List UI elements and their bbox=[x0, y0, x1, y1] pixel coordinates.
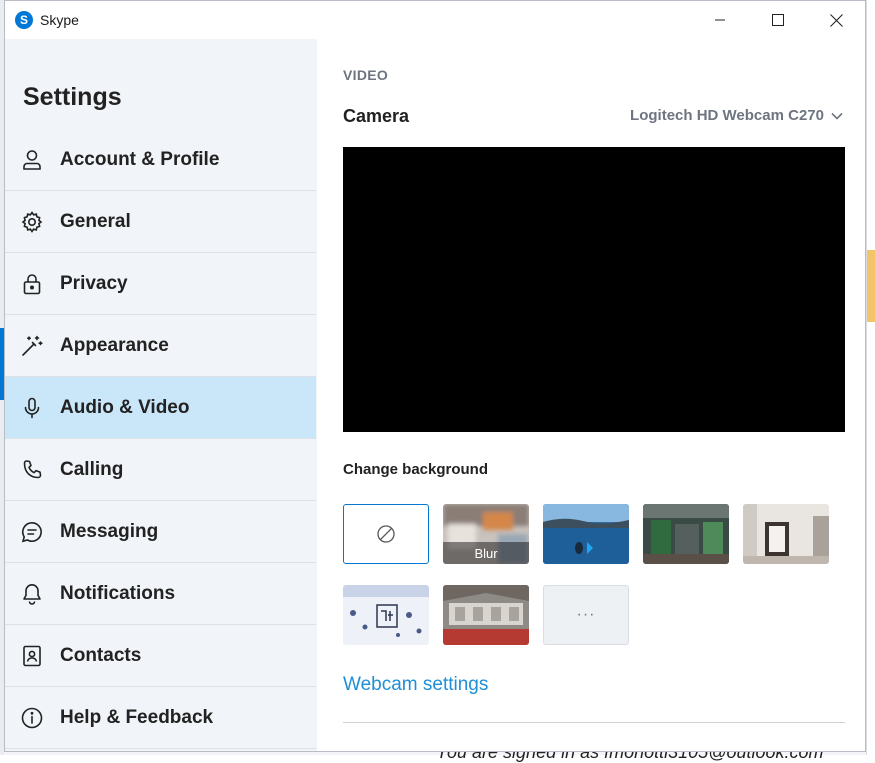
sidebar-item-label: Calling bbox=[60, 458, 124, 480]
sidebar-item-label: Appearance bbox=[60, 334, 169, 356]
maximize-icon bbox=[772, 14, 784, 26]
sidebar-item-audio-video[interactable]: Audio & Video bbox=[5, 377, 316, 439]
close-icon bbox=[829, 13, 843, 27]
background-option-office-plants[interactable] bbox=[643, 504, 729, 564]
sidebar-item-label: General bbox=[60, 210, 131, 232]
background-option-none[interactable] bbox=[343, 504, 429, 564]
sidebar-item-calling[interactable]: Calling bbox=[5, 439, 316, 501]
sidebar-item-account-profile[interactable]: Account & Profile bbox=[5, 129, 316, 191]
sidebar-item-label: Notifications bbox=[60, 582, 176, 604]
sidebar-item-label: Contacts bbox=[60, 644, 142, 666]
minimize-button[interactable] bbox=[691, 1, 749, 39]
phone-icon bbox=[18, 456, 46, 484]
no-background-icon bbox=[377, 525, 395, 543]
settings-nav: Account & Profile General Privacy Appear… bbox=[5, 129, 316, 749]
close-button[interactable] bbox=[807, 1, 865, 39]
office-plants-thumbnail-image bbox=[643, 504, 729, 564]
webcam-settings-link[interactable]: Webcam settings bbox=[343, 674, 488, 696]
lake-thumbnail-image bbox=[543, 504, 629, 564]
skype-logo-icon: S bbox=[15, 11, 33, 29]
more-dots-icon: ··· bbox=[576, 606, 596, 623]
camera-selected-value: Logitech HD Webcam C270 bbox=[630, 107, 824, 124]
person-icon bbox=[18, 146, 46, 174]
industrial-hall-thumbnail-image bbox=[443, 585, 529, 645]
winter-pattern-thumbnail-image bbox=[343, 585, 429, 645]
blur-caption: Blur bbox=[443, 542, 529, 564]
chat-bubble-icon bbox=[18, 518, 46, 546]
background-app-right-edge bbox=[866, 0, 875, 755]
sidebar-item-appearance[interactable]: Appearance bbox=[5, 315, 316, 377]
window-controls bbox=[691, 1, 865, 39]
app-title: Skype bbox=[40, 12, 79, 28]
magic-wand-icon bbox=[18, 332, 46, 360]
chevron-down-icon bbox=[831, 112, 843, 120]
background-option-industrial-hall[interactable] bbox=[443, 585, 529, 645]
minimize-icon bbox=[715, 19, 725, 21]
info-icon bbox=[18, 704, 46, 732]
sidebar-item-help-feedback[interactable]: Help & Feedback bbox=[5, 687, 316, 749]
gear-icon bbox=[18, 208, 46, 236]
sidebar-title: Settings bbox=[23, 83, 122, 111]
skype-settings-window: S Skype Settings Account & Profile Gener… bbox=[4, 0, 866, 752]
sidebar-item-label: Help & Feedback bbox=[60, 706, 214, 728]
contact-card-icon bbox=[18, 642, 46, 670]
living-room-thumbnail-image bbox=[743, 504, 829, 564]
maximize-button[interactable] bbox=[749, 1, 807, 39]
sidebar-item-privacy[interactable]: Privacy bbox=[5, 253, 316, 315]
lock-icon bbox=[18, 270, 46, 298]
section-heading-video: VIDEO bbox=[343, 67, 389, 83]
sidebar-item-label: Messaging bbox=[60, 520, 159, 542]
settings-content: VIDEO Camera Logitech HD Webcam C270 Cha… bbox=[317, 39, 865, 751]
more-backgrounds-button[interactable]: ··· bbox=[543, 585, 629, 645]
camera-preview bbox=[343, 147, 845, 432]
background-option-blur[interactable]: Blur bbox=[443, 504, 529, 564]
bell-icon bbox=[18, 580, 46, 608]
background-option-living-room[interactable] bbox=[743, 504, 829, 564]
sidebar-item-notifications[interactable]: Notifications bbox=[5, 563, 316, 625]
microphone-icon bbox=[18, 394, 46, 422]
sidebar-item-contacts[interactable]: Contacts bbox=[5, 625, 316, 687]
title-bar[interactable]: S Skype bbox=[5, 1, 865, 39]
sidebar-item-general[interactable]: General bbox=[5, 191, 316, 253]
settings-sidebar: Settings Account & Profile General Priva… bbox=[5, 39, 318, 751]
background-app-right-accent bbox=[867, 250, 875, 322]
sidebar-item-label: Account & Profile bbox=[60, 148, 220, 170]
background-option-winter-pattern[interactable] bbox=[343, 585, 429, 645]
background-option-lake[interactable] bbox=[543, 504, 629, 564]
camera-label: Camera bbox=[343, 106, 410, 126]
sidebar-item-label: Privacy bbox=[60, 272, 128, 294]
change-background-heading: Change background bbox=[343, 461, 489, 478]
divider bbox=[343, 722, 845, 723]
camera-dropdown[interactable]: Logitech HD Webcam C270 bbox=[630, 107, 843, 124]
sidebar-item-messaging[interactable]: Messaging bbox=[5, 501, 316, 563]
sidebar-item-label: Audio & Video bbox=[60, 396, 190, 418]
